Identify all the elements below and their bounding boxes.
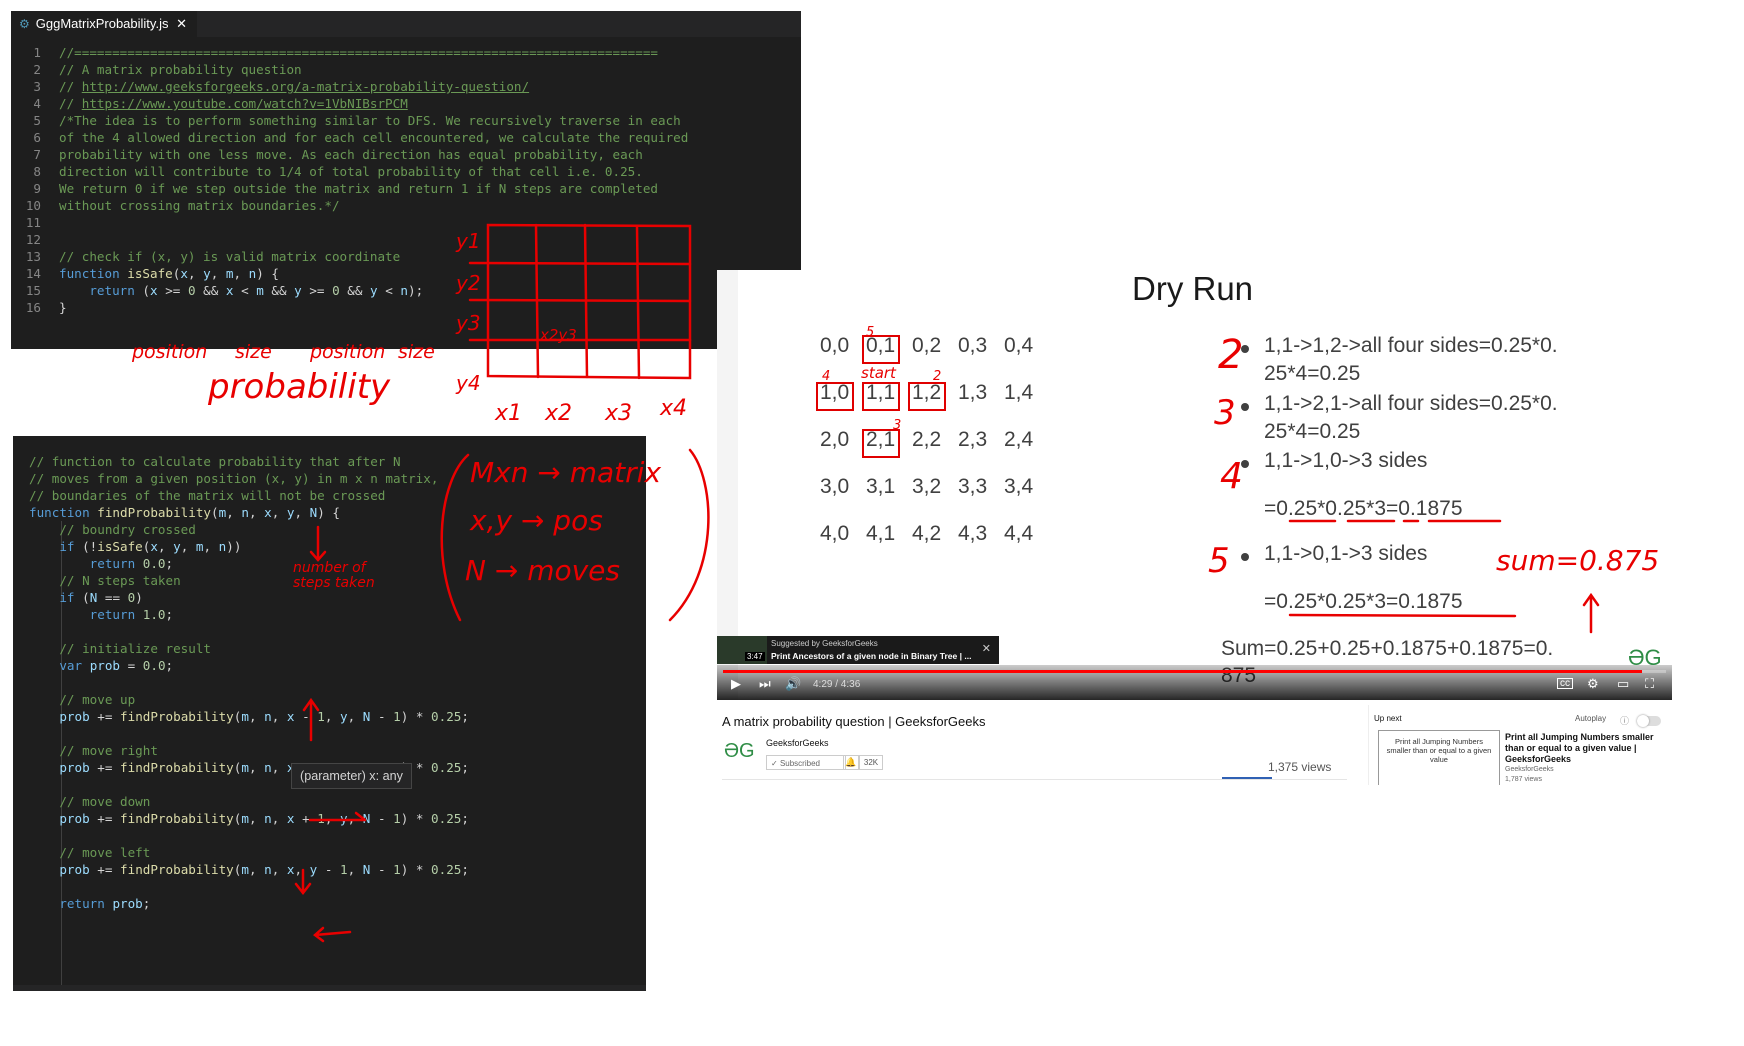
ink-sn4: 4 (1220, 456, 1243, 497)
ink-sn5: 5 (1208, 541, 1230, 581)
ink-y3: y3 (455, 311, 481, 335)
ink-start: start (861, 364, 897, 382)
ink-sn2: 2 (1218, 332, 1243, 378)
ink-size-2: size (398, 341, 435, 363)
ink-x1: x1 (494, 401, 522, 426)
ink-mxn: Mxn → matrix (470, 456, 661, 489)
ink-arrow-right (310, 813, 365, 827)
ink-xy: x,y → pos (469, 504, 603, 537)
ink-sum-arrow (1582, 592, 1600, 634)
ink-arrow-n (309, 525, 327, 562)
ink-n2: 2 (933, 369, 941, 384)
ink-n5: 5 (866, 325, 874, 340)
ink-underline-2 (1288, 613, 1517, 618)
ink-x2: x2 (544, 401, 572, 426)
ink-y1: y1 (455, 229, 481, 253)
ink-arrow-up (302, 697, 320, 742)
ink-matrix-rows (468, 261, 692, 342)
ink-steps-2: steps taken (293, 575, 375, 591)
ink-nmoves: N → moves (465, 554, 620, 587)
ink-x4: x4 (659, 396, 687, 421)
ink-position-1: position (131, 341, 207, 363)
ink-steps-1: number of (293, 560, 368, 576)
ink-sn3: 3 (1214, 393, 1236, 433)
ink-bracket-right (668, 448, 710, 622)
ink-size-1: size (235, 341, 272, 363)
ink-y4: y4 (455, 371, 481, 395)
ink-n4: 4 (822, 369, 830, 384)
ink-sum-note: sum=0.875 (1496, 544, 1659, 577)
ink-probability: probability (207, 367, 391, 407)
ink-bracket-left (440, 453, 470, 622)
ink-n3: 3 (893, 418, 901, 433)
ink-x2y3: x2y3 (539, 326, 577, 344)
ink-position-2: position (309, 341, 385, 363)
ink-arrow-left (313, 926, 352, 943)
ink-arrow-down (294, 868, 312, 896)
ink-x3: x3 (604, 401, 632, 426)
ink-annotations: position size position size probability … (131, 223, 1659, 943)
ink-y2: y2 (455, 271, 481, 295)
